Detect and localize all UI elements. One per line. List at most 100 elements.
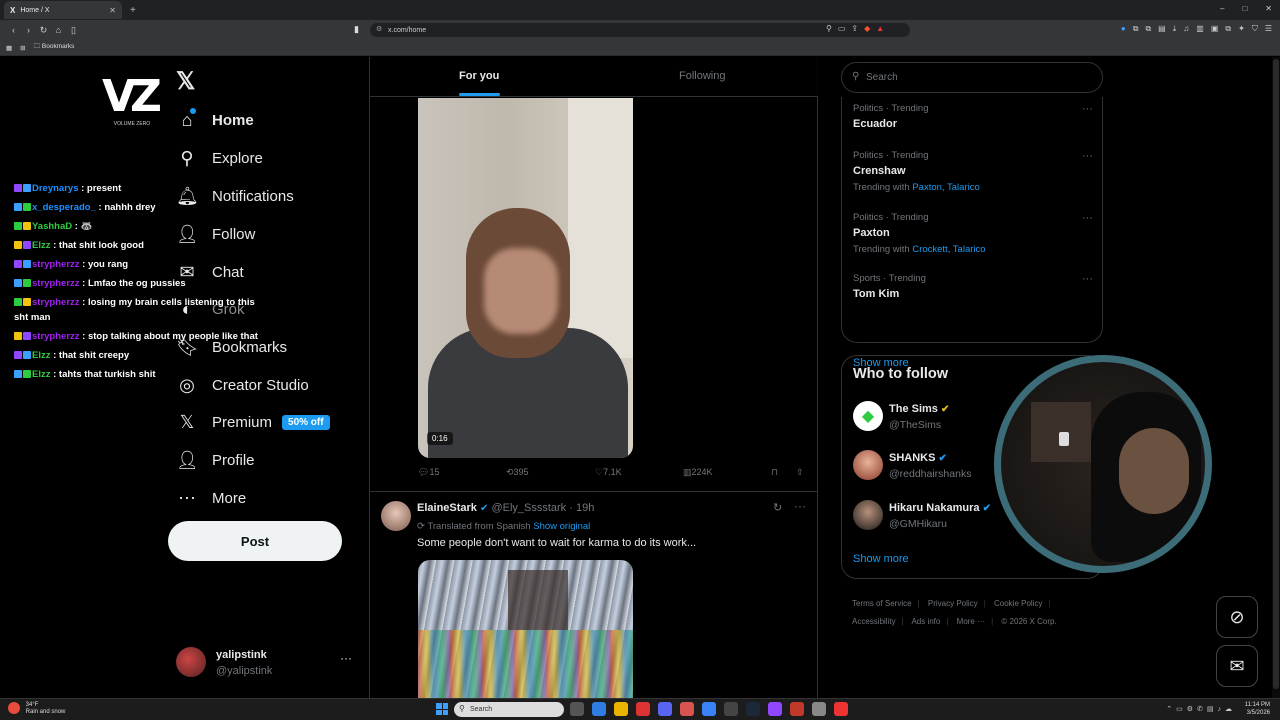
reload-icon[interactable]: ↻ xyxy=(36,25,51,36)
more-icon[interactable]: ··· xyxy=(340,651,352,665)
settings-app-icon[interactable] xyxy=(570,702,584,716)
tab-following[interactable]: Following xyxy=(679,70,725,82)
extension-icon[interactable]: ⧉ xyxy=(1145,24,1151,34)
page-scrollbar[interactable] xyxy=(1272,57,1280,698)
trend-item[interactable]: Politics · Trending Crenshaw Trending with… xyxy=(853,150,1093,193)
cast-icon[interactable]: ▭ xyxy=(838,24,846,33)
trend-item[interactable]: Politics · Trending Ecuador ··· xyxy=(853,103,1093,130)
extension-icon[interactable]: ▣ xyxy=(1211,24,1219,34)
trend-item[interactable]: Sports · Trending Tom Kim ··· xyxy=(853,273,1093,300)
minimize-button[interactable]: – xyxy=(1220,4,1224,13)
share-icon[interactable]: ⇪ xyxy=(851,24,858,33)
close-window-button[interactable]: ✕ xyxy=(1265,4,1272,13)
avatar[interactable] xyxy=(381,501,411,531)
footer-link[interactable]: Cookie Policy xyxy=(994,599,1042,608)
maximize-button[interactable]: □ xyxy=(1242,4,1247,13)
footer-link[interactable]: Ads info xyxy=(911,617,940,626)
steam-app-icon[interactable] xyxy=(746,702,760,716)
app-icon[interactable] xyxy=(636,702,650,716)
extension-icon[interactable]: ⧉ xyxy=(1133,24,1139,34)
extension-icon[interactable]: ⧉ xyxy=(1225,24,1231,34)
account-switcher[interactable]: yalipstink @yalipstink ··· xyxy=(176,645,356,681)
more-icon[interactable]: ··· xyxy=(794,499,806,513)
tweet-media[interactable] xyxy=(418,560,633,698)
post-button[interactable]: Post xyxy=(168,521,342,561)
sidebar-toggle-icon[interactable]: ▥ xyxy=(1196,24,1204,34)
author-handle[interactable]: @Ely_Sssstark xyxy=(491,502,566,514)
nav-item-home[interactable]: ⌂ Home xyxy=(176,106,254,134)
browser-tab[interactable]: X Home / X ✕ xyxy=(4,1,122,19)
zoom-icon[interactable]: ⚲ xyxy=(826,24,832,33)
nav-item-explore[interactable]: ⚲ Explore xyxy=(176,144,262,172)
brave-shield-icon[interactable]: ◆ xyxy=(864,24,870,33)
trend-item[interactable]: Politics · Trending Paxton Trending with C… xyxy=(853,212,1093,255)
back-icon[interactable]: ‹ xyxy=(6,25,21,35)
brave-rewards-icon[interactable]: ▲ xyxy=(876,24,884,33)
bookmarks-folder[interactable]: 🗀︎ Bookmarks xyxy=(34,42,75,53)
extension-icon[interactable]: ✦ xyxy=(1238,24,1245,34)
show-original-link[interactable]: Show original xyxy=(533,521,590,532)
vpn-icon[interactable]: ⛉ xyxy=(1252,24,1258,34)
tab-for-you[interactable]: For you xyxy=(459,70,499,82)
wallet-icon[interactable]: ● xyxy=(1121,24,1126,34)
weather-widget[interactable]: 34°F Rain and snow xyxy=(8,702,65,716)
edge-app-icon[interactable] xyxy=(592,702,606,716)
forward-icon[interactable]: › xyxy=(21,25,36,35)
more-icon[interactable]: ··· xyxy=(1082,150,1093,162)
more-icon[interactable]: ··· xyxy=(1082,212,1093,224)
app-icon[interactable] xyxy=(834,702,848,716)
nav-item-premium[interactable]: 𝕏 Premium 50% off xyxy=(176,408,330,436)
repost-button[interactable]: ⟲ 395 xyxy=(506,467,529,478)
bookmark-page-icon[interactable]: ▮ xyxy=(354,24,359,35)
tweet-time[interactable]: 19h xyxy=(576,502,594,514)
bookmark-button[interactable]: ⊓ xyxy=(771,467,778,478)
sidebar-icon[interactable]: ▯ xyxy=(66,25,81,36)
obs-app-icon[interactable] xyxy=(724,702,738,716)
system-clock[interactable]: 11:14 PM 3/5/2026 xyxy=(1245,701,1270,717)
follow-show-more[interactable]: Show more xyxy=(853,553,909,565)
more-icon[interactable]: ··· xyxy=(1082,273,1093,285)
close-tab-icon[interactable]: ✕ xyxy=(109,6,116,15)
discord-app-icon[interactable] xyxy=(658,702,672,716)
nav-item-profile[interactable]: 👤︎ Profile xyxy=(176,446,255,474)
extension-icon[interactable]: ▤ xyxy=(1158,24,1166,34)
footer-more-link[interactable]: More ··· xyxy=(957,617,985,626)
system-tray[interactable]: ⌃▭⚙✆▤♪☁ xyxy=(1166,705,1236,713)
nav-item-more[interactable]: ⋯ More xyxy=(176,484,246,512)
explorer-app-icon[interactable] xyxy=(614,702,628,716)
grok-button[interactable]: ⊘ xyxy=(1216,596,1258,638)
taskbar-search[interactable]: ⚲ Search xyxy=(454,702,564,717)
trending-with-links[interactable]: Crockett, Talarico xyxy=(912,244,985,255)
app-icon[interactable] xyxy=(680,702,694,716)
gold-verified-icon: ✔ xyxy=(940,404,950,415)
app-icon[interactable] xyxy=(812,702,826,716)
media-icon[interactable]: ♫ xyxy=(1183,24,1189,34)
download-icon[interactable]: ⤓ xyxy=(1173,24,1177,34)
video-player[interactable]: 0:16 xyxy=(418,98,633,458)
messages-button[interactable]: ✉ xyxy=(1216,645,1258,687)
extension-tile-icon[interactable]: ▦ xyxy=(6,44,12,52)
views-button[interactable]: ▥ 224K xyxy=(683,467,713,478)
home-browser-icon[interactable]: ⌂ xyxy=(51,25,66,35)
like-button[interactable]: ♡ 7.1K xyxy=(595,467,622,478)
start-button[interactable] xyxy=(436,703,448,715)
share-button[interactable]: ⇧ xyxy=(796,467,804,478)
footer-link[interactable]: Terms of Service xyxy=(852,599,912,608)
site-info-icon[interactable]: ⚙ xyxy=(376,25,382,33)
app-icon[interactable] xyxy=(768,702,782,716)
trending-with-links[interactable]: Paxton, Talarico xyxy=(912,182,979,193)
more-icon[interactable]: ··· xyxy=(1082,103,1093,115)
search-input[interactable]: ⚲ Search xyxy=(841,62,1103,93)
apps-icon[interactable]: ⊞ xyxy=(20,44,25,52)
app-icon[interactable] xyxy=(702,702,716,716)
author-name[interactable]: ElaineStark xyxy=(417,502,477,514)
footer-link[interactable]: Privacy Policy xyxy=(928,599,978,608)
app-icon[interactable] xyxy=(790,702,804,716)
x-logo-icon[interactable]: 𝕏 xyxy=(176,67,195,96)
reply-button[interactable]: 💬︎ 15 xyxy=(418,467,439,478)
footer-link[interactable]: Accessibility xyxy=(852,617,896,626)
grok-explain-icon[interactable]: ↻ xyxy=(773,501,782,514)
scrollbar-thumb[interactable] xyxy=(1273,59,1279,689)
menu-icon[interactable]: ☰ xyxy=(1265,24,1272,34)
new-tab-button[interactable]: + xyxy=(130,5,136,16)
